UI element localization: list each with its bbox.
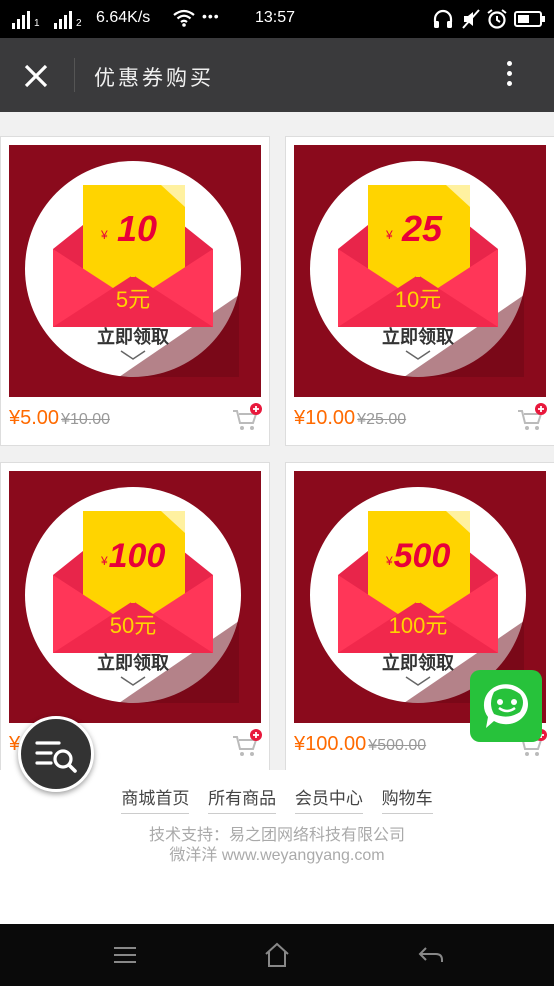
coupon-face-value: 100 — [109, 537, 166, 575]
coupon-action-text: 立即领取 — [382, 326, 455, 347]
sim-1-label: 1 — [34, 18, 40, 29]
menu-icon[interactable] — [110, 940, 140, 970]
yen-symbol: ¥ — [100, 228, 108, 242]
coupon-face-value: 10 — [117, 208, 157, 249]
coupon-action-text: 立即领取 — [382, 652, 455, 673]
add-to-cart-icon[interactable] — [231, 403, 263, 433]
title-divider — [74, 58, 75, 92]
yen-symbol: ¥ — [385, 554, 393, 568]
add-to-cart-icon[interactable] — [516, 403, 548, 433]
floating-search-button[interactable] — [18, 716, 94, 792]
coupon-action-text: 立即领取 — [97, 652, 170, 673]
status-bar: 1 2 6.64K/s ••• 13:57 — [0, 0, 554, 38]
coupon-unlock-amount: 100元 — [389, 613, 448, 638]
signal-1-icon: 1 — [12, 9, 40, 29]
product-original-price: ¥25.00 — [357, 411, 407, 428]
coupon-unlock-amount: 5元 — [116, 287, 150, 312]
site-text: 微洋洋 www.weyangyang.com — [169, 847, 385, 864]
footer-link-cart[interactable]: 购物车 — [381, 784, 433, 814]
close-button[interactable] — [14, 54, 58, 98]
product-card[interactable]: ¥ 10 5元 立即领取 ¥5.00 ¥10.00 — [0, 136, 270, 446]
search-list-icon — [35, 741, 77, 773]
coupon-image[interactable]: ¥ 25 10元 立即领取 — [294, 145, 546, 397]
yen-symbol: ¥ — [100, 554, 108, 568]
product-original-price: ¥10.00 — [61, 411, 110, 428]
red-envelope-coupon: ¥ 10 5元 立即领取 — [25, 161, 241, 377]
footer-link-all-products[interactable]: 所有商品 — [208, 784, 277, 814]
product-price: ¥100.00 ¥500.00 — [294, 733, 427, 755]
signal-2-icon: 2 — [54, 9, 82, 29]
coupon-unlock-amount: 10元 — [395, 287, 441, 312]
coupon-image[interactable]: ¥ 100 50元 立即领取 — [9, 471, 261, 723]
chat-bubble-icon — [483, 684, 528, 728]
alarm-icon — [487, 9, 507, 29]
sim-2-label: 2 — [76, 18, 82, 29]
yen-symbol: ¥ — [385, 228, 393, 242]
footer-link-home[interactable]: 商城首页 — [121, 784, 190, 814]
tech-support-text: 技术支持：易之团网络科技有限公司 — [148, 827, 405, 844]
red-envelope-coupon: ¥ 100 50元 立即领取 — [25, 487, 241, 703]
wifi-icon — [173, 9, 195, 27]
system-nav-bar — [0, 924, 554, 986]
footer-link-member-center[interactable]: 会员中心 — [294, 784, 363, 814]
mute-icon — [462, 9, 480, 29]
clock: 13:57 — [255, 9, 296, 26]
price-row: ¥5.00 ¥10.00 — [9, 399, 263, 439]
floating-chat-button[interactable] — [470, 670, 542, 742]
product-price: ¥10.00 ¥25.00 — [294, 407, 407, 429]
title-bar: 优惠券购买 — [0, 38, 554, 112]
back-icon[interactable] — [416, 940, 446, 970]
coupon-face-value: 25 — [401, 208, 443, 249]
coupon-action-text: 立即领取 — [97, 326, 170, 347]
add-to-cart-icon[interactable] — [231, 729, 263, 759]
more-status-dots: ••• — [202, 8, 220, 24]
network-speed: 6.64K/s — [96, 9, 151, 26]
home-icon[interactable] — [262, 940, 292, 970]
coupon-unlock-amount: 50元 — [110, 613, 156, 638]
footer-copyright: 技术支持：易之团网络科技有限公司 微洋洋 www.weyangyang.com — [0, 826, 554, 866]
more-menu-button[interactable] — [494, 56, 524, 96]
battery-icon — [514, 11, 545, 27]
product-original-price: ¥500.00 — [368, 737, 427, 754]
product-price: ¥5.00 ¥10.00 — [9, 407, 110, 429]
coupon-face-value: 500 — [394, 537, 451, 575]
headphones-icon — [433, 9, 453, 28]
coupon-image[interactable]: ¥ 10 5元 立即领取 — [9, 145, 261, 397]
footer-nav: 商城首页 所有商品 会员中心 购物车 — [0, 784, 554, 824]
price-row: ¥10.00 ¥25.00 — [294, 399, 548, 439]
product-card[interactable]: ¥ 25 10元 立即领取 ¥10.00 ¥25.00 — [285, 136, 554, 446]
page-title: 优惠券购买 — [94, 67, 214, 90]
red-envelope-coupon: ¥ 25 10元 立即领取 — [310, 161, 526, 377]
